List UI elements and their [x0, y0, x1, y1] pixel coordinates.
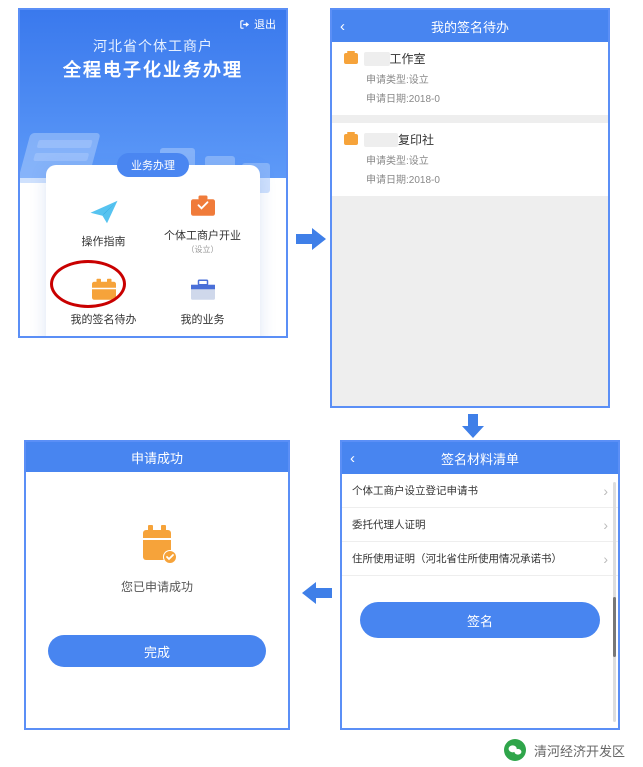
briefcase-orange-icon	[188, 193, 218, 219]
service-grid: 操作指南 个体工商户开业 （设立） 我的签名待办 我的业务	[46, 165, 260, 338]
nav-title: 我的签名待办	[431, 17, 509, 36]
briefcase-blue-icon	[188, 277, 218, 303]
screen-sign-list: ‹ 签名材料清单 个体工商户设立登记申请书 › 委托代理人证明 › 住所使用证明（河…	[340, 440, 620, 730]
navbar: ‹ 签名材料清单	[342, 442, 618, 474]
list-item[interactable]: ███工作室 申请类型:设立 申请日期:2018-0	[332, 42, 608, 115]
cell-my-business[interactable]: 我的业务	[153, 267, 252, 338]
footer: 清河经济开发区	[0, 739, 643, 761]
cell-establish[interactable]: 个体工商户开业 （设立）	[153, 183, 252, 267]
item-type: 申请类型:设立	[366, 152, 596, 167]
item-icon	[344, 134, 358, 145]
paper-plane-icon	[89, 199, 119, 225]
navbar: 申请成功	[26, 442, 288, 472]
chevron-right-icon: ›	[603, 551, 608, 567]
doc-label: 住所使用证明（河北省住所使用情况承诺书）	[352, 551, 562, 566]
cell-label: 我的签名待办	[71, 311, 137, 327]
navbar: ‹ 我的签名待办	[332, 10, 608, 42]
screen-success: 申请成功 您已申请成功 完成	[24, 440, 290, 730]
doc-label: 委托代理人证明	[352, 517, 426, 532]
arrow-down-1	[460, 414, 486, 438]
item-type: 申请类型:设立	[366, 71, 596, 86]
success-message: 您已申请成功	[26, 578, 288, 595]
doc-label: 个体工商户设立登记申请书	[352, 483, 478, 498]
item-name: ███工作室	[364, 50, 426, 67]
tab-services[interactable]: 业务办理	[117, 153, 189, 177]
doc-row[interactable]: 委托代理人证明 ›	[342, 508, 618, 542]
back-button[interactable]: ‹	[340, 18, 345, 35]
item-date: 申请日期:2018-0	[366, 171, 596, 186]
cell-sign-todo[interactable]: 我的签名待办	[54, 267, 153, 338]
arrow-left-1	[302, 580, 332, 606]
cell-label: 我的业务	[181, 311, 225, 327]
logout-icon	[239, 19, 250, 30]
logout-button[interactable]: 退出	[239, 16, 276, 32]
item-name: ████复印社	[364, 131, 434, 148]
screen-sign-todo: ‹ 我的签名待办 ███工作室 申请类型:设立 申请日期:2018-0 ████…	[330, 8, 610, 408]
logout-label: 退出	[254, 16, 276, 32]
back-button[interactable]: ‹	[350, 450, 355, 467]
cell-label: 操作指南	[82, 233, 126, 249]
scrollbar[interactable]	[613, 482, 616, 722]
cell-label: 个体工商户开业	[164, 227, 241, 243]
folder-icon	[89, 277, 119, 303]
nav-title: 申请成功	[131, 448, 183, 467]
item-icon	[344, 53, 358, 64]
item-date: 申请日期:2018-0	[366, 90, 596, 105]
hero-title-2: 全程电子化业务办理	[20, 56, 286, 82]
nav-title: 签名材料清单	[441, 449, 519, 468]
done-button[interactable]: 完成	[48, 635, 266, 667]
footer-account: 清河经济开发区	[534, 741, 625, 760]
list-item[interactable]: ████复印社 申请类型:设立 申请日期:2018-0	[332, 123, 608, 196]
cell-guide[interactable]: 操作指南	[54, 183, 153, 267]
sign-button[interactable]: 签名	[360, 602, 600, 638]
chevron-right-icon: ›	[603, 483, 608, 499]
screen-home: 退出 河北省个体工商户 全程电子化业务办理 业务办理 操作指南	[18, 8, 288, 338]
service-card: 业务办理 操作指南 个体工商户开业 （设立） 我的签名待办 我的业务	[46, 165, 260, 338]
wechat-icon	[504, 739, 526, 761]
cell-sublabel: （设立）	[187, 245, 219, 255]
doc-row[interactable]: 住所使用证明（河北省住所使用情况承诺书） ›	[342, 542, 618, 576]
doc-row[interactable]: 个体工商户设立登记申请书 ›	[342, 474, 618, 508]
chevron-right-icon: ›	[603, 517, 608, 533]
arrow-right-1	[296, 226, 326, 252]
hero-title-1: 河北省个体工商户	[20, 36, 286, 56]
success-icon	[137, 522, 177, 564]
